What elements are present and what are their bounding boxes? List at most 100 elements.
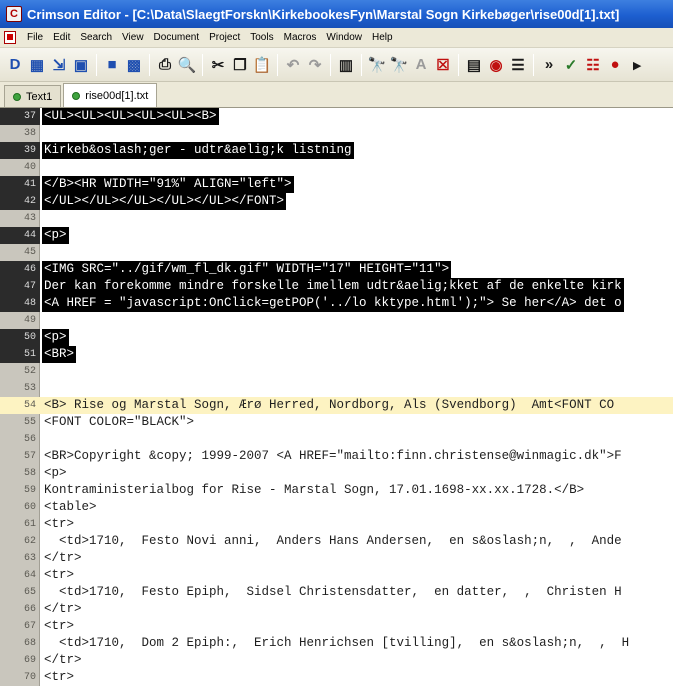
line-number: 52 <box>23 366 36 377</box>
print-preview-icon[interactable]: 🔍 <box>176 53 198 77</box>
paste-icon[interactable]: 📋 <box>251 53 273 77</box>
cut-icon[interactable]: ✂ <box>207 53 229 77</box>
code-line[interactable]: 57 <BR>Copyright &copy; 1999-2007 <A HREF… <box>0 448 673 465</box>
code-line[interactable]: 54 <B> Rise og Marstal Sogn, Ærø Herred, … <box>0 397 673 414</box>
line-number: 63 <box>23 553 36 564</box>
menu-document[interactable]: Document <box>149 32 205 43</box>
menu-file[interactable]: File <box>22 32 48 43</box>
code-line[interactable]: 44 <p> <box>0 227 673 244</box>
list-icon[interactable]: ☷ <box>582 53 604 77</box>
code-line[interactable]: 62 <td>1710, Festo Novi anni, Anders Han… <box>0 533 673 550</box>
open-folder-icon[interactable]: ▦ <box>26 53 48 77</box>
indent-icon[interactable]: » <box>538 53 560 77</box>
word-wrap-icon[interactable]: ▤ <box>463 53 485 77</box>
code-line[interactable]: 67 <tr> <box>0 618 673 635</box>
undo-icon[interactable]: ↶ <box>282 53 304 77</box>
code-line[interactable]: 49 <box>0 312 673 329</box>
line-number: 51 <box>0 346 40 363</box>
save-all-icon[interactable]: ▩ <box>123 53 145 77</box>
line-number: 66 <box>23 604 36 615</box>
line-text: <B> Rise og Marstal Sogn, Ærø Herred, No… <box>42 397 673 414</box>
code-line[interactable]: 50 <p> <box>0 329 673 346</box>
code-line[interactable]: 41 </B><HR WIDTH="91%" ALIGN="left"> <box>0 176 673 193</box>
code-line[interactable]: 45 <box>0 244 673 261</box>
code-line[interactable]: 55 <FONT COLOR="BLACK"> <box>0 414 673 431</box>
code-line[interactable]: 64 <tr> <box>0 567 673 584</box>
line-number: 41 <box>0 176 40 193</box>
line-text: <tr> <box>44 670 75 684</box>
code-line[interactable]: 65 <td>1710, Festo Epiph, Sidsel Christe… <box>0 584 673 601</box>
more-icon[interactable]: ▸ <box>626 53 648 77</box>
menu-macros[interactable]: Macros <box>279 32 322 43</box>
column-mode-icon[interactable]: ▥ <box>335 53 357 77</box>
code-line[interactable]: 60 <table> <box>0 499 673 516</box>
open-recent-icon[interactable]: ⇲ <box>48 53 70 77</box>
menu-window[interactable]: Window <box>321 32 367 43</box>
new-file-icon[interactable]: D <box>4 53 26 77</box>
toolbar-separator <box>202 53 203 76</box>
code-line[interactable]: 39 Kirkeb&oslash;ger - udtr&aelig;k listn… <box>0 142 673 159</box>
main-toolbar: D ▦ ⇲ ▣ ■ ▩ ⎙ 🔍 ✂ ❐ 📋 ↶ ↷ ▥ 🔭 🔭 A ☒ ▤ ◉ ☰» ✓ ☷ ● ▸ <box>0 48 673 82</box>
code-line[interactable]: 37 <UL><UL><UL><UL><UL><B> <box>0 108 673 125</box>
toggle-line-numbers-icon[interactable]: ☰ <box>507 53 529 77</box>
code-line[interactable]: 70 <tr> <box>0 669 673 686</box>
browser-preview-icon[interactable]: ◉ <box>485 53 507 77</box>
print-icon[interactable]: ⎙ <box>154 53 176 77</box>
goto-icon[interactable]: ☒ <box>432 53 454 77</box>
code-line[interactable]: 68 <td>1710, Dom 2 Epiph:, Erich Henrich… <box>0 635 673 652</box>
code-line[interactable]: 69 </tr> <box>0 652 673 669</box>
tab-text1[interactable]: Text1 <box>4 85 62 107</box>
code-line[interactable]: 48 <A HREF = "javascript:OnClick=getPOP('… <box>0 295 673 312</box>
line-number: 64 <box>23 570 36 581</box>
text-editor[interactable]: 37 <UL><UL><UL><UL><UL><B> 38 39 Kirkeb&osla… <box>0 108 673 686</box>
code-line[interactable]: 47 Der kan forekomme mindre forskelle ime… <box>0 278 673 295</box>
copy-icon[interactable]: ❐ <box>229 53 251 77</box>
code-line[interactable]: 59 Kontraministerialbog for Rise - Marsta… <box>0 482 673 499</box>
code-line[interactable]: 42 </UL></UL></UL></UL></UL></FONT> <box>0 193 673 210</box>
replace-icon[interactable]: A <box>410 53 432 77</box>
code-line[interactable]: 43 <box>0 210 673 227</box>
code-line[interactable]: 61 <tr> <box>0 516 673 533</box>
toolbar-separator <box>361 53 362 76</box>
crimson-editor-app-icon[interactable]: C <box>6 6 22 22</box>
line-number: 45 <box>23 247 36 258</box>
redo-icon[interactable]: ↷ <box>304 53 326 77</box>
code-line[interactable]: 52 <box>0 363 673 380</box>
tab-rise00d-1-txt[interactable]: rise00d[1].txt <box>63 83 158 107</box>
line-text: <table> <box>44 500 97 514</box>
line-number: 44 <box>0 227 40 244</box>
line-text: <td>1710, Festo Novi anni, Anders Hans A… <box>44 534 622 548</box>
save-icon[interactable]: ■ <box>101 53 123 77</box>
line-number: 70 <box>23 672 36 683</box>
document-status-icon <box>13 92 21 101</box>
line-number: 50 <box>0 329 40 346</box>
record-macro-icon[interactable]: ● <box>604 53 626 77</box>
line-text: <tr> <box>44 517 75 531</box>
code-line[interactable]: 51 <BR> <box>0 346 673 363</box>
menu-view[interactable]: View <box>117 32 149 43</box>
menu-search[interactable]: Search <box>75 32 117 43</box>
code-line[interactable]: 56 <box>0 431 673 448</box>
code-line[interactable]: 38 <box>0 125 673 142</box>
code-line[interactable]: 46 <IMG SRC="../gif/wm_fl_dk.gif" WIDTH="… <box>0 261 673 278</box>
menu-edit[interactable]: Edit <box>48 32 75 43</box>
line-number: 69 <box>23 655 36 666</box>
line-number: 55 <box>23 417 36 428</box>
find-next-icon[interactable]: 🔭 <box>388 53 410 77</box>
code-line[interactable]: 53 <box>0 380 673 397</box>
code-line[interactable]: 58 <p> <box>0 465 673 482</box>
code-line[interactable]: 40 <box>0 159 673 176</box>
line-text: </tr> <box>44 551 82 565</box>
code-line[interactable]: 63 </tr> <box>0 550 673 567</box>
open-remote-icon[interactable]: ▣ <box>70 53 92 77</box>
code-line[interactable]: 66 </tr> <box>0 601 673 618</box>
spell-check-icon[interactable]: ✓ <box>560 53 582 77</box>
line-number: 58 <box>23 468 36 479</box>
menu-tools[interactable]: Tools <box>245 32 278 43</box>
toolbar-separator <box>533 53 534 76</box>
menu-project[interactable]: Project <box>204 32 245 43</box>
menu-help[interactable]: Help <box>367 32 398 43</box>
document-menu-icon[interactable] <box>4 31 16 44</box>
line-number: 65 <box>23 587 36 598</box>
find-icon[interactable]: 🔭 <box>366 53 388 77</box>
